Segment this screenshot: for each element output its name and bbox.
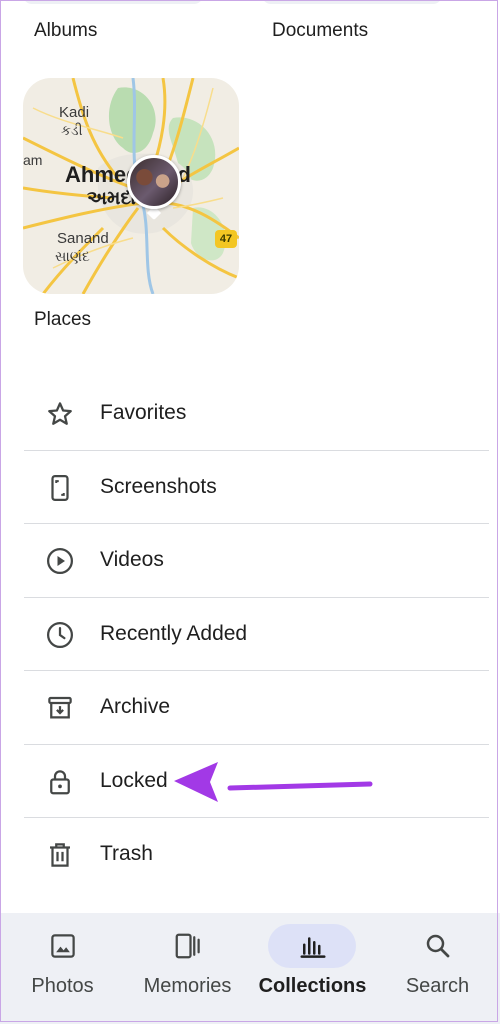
utilities-list: Favorites Screenshots Videos Recently Ad… bbox=[0, 377, 500, 892]
nav-tab-collections[interactable]: Collections bbox=[250, 913, 375, 1024]
list-item-favorites[interactable]: Favorites bbox=[0, 377, 500, 451]
search-icon bbox=[426, 934, 449, 958]
map-label-sanand-local: સાણંદ bbox=[55, 248, 90, 264]
list-item-recently-added[interactable]: Recently Added bbox=[0, 598, 500, 671]
map-label-sanand: Sanand bbox=[57, 230, 109, 247]
list-item-videos[interactable]: Videos bbox=[0, 524, 500, 598]
list-item-trash[interactable]: Trash bbox=[0, 818, 500, 892]
list-item-label: Locked bbox=[100, 768, 168, 792]
list-item-label: Recently Added bbox=[100, 621, 248, 645]
list-item-label: Favorites bbox=[100, 401, 187, 424]
albums-card[interactable] bbox=[23, 0, 203, 4]
road-badge: 47 bbox=[215, 230, 237, 248]
avatar bbox=[127, 155, 181, 209]
lock-icon bbox=[50, 769, 70, 794]
map-label-edge: am bbox=[23, 152, 43, 168]
list-item-label: Archive bbox=[100, 695, 171, 718]
list-item-archive[interactable]: Archive bbox=[0, 671, 500, 745]
places-map-thumbnail[interactable]: Kadi કડી am Ahmedabad અમદાવાદ Sanand સાણ… bbox=[23, 78, 239, 294]
map-label-kadi: Kadi bbox=[59, 104, 90, 121]
annotation-arrow-icon bbox=[174, 762, 373, 802]
list-item-label: Videos bbox=[100, 548, 164, 571]
map-label-kadi-local: કડી bbox=[61, 122, 83, 138]
nav-label: Memories bbox=[143, 975, 232, 997]
nav-tab-search[interactable]: Search bbox=[375, 913, 500, 1024]
nav-tab-photos[interactable]: Photos bbox=[0, 913, 125, 1024]
nav-label: Search bbox=[405, 975, 470, 997]
nav-tab-memories[interactable]: Memories bbox=[125, 913, 250, 1024]
memories-icon bbox=[175, 933, 200, 959]
trash-icon bbox=[50, 843, 70, 867]
photo-icon bbox=[50, 934, 75, 958]
albums-label[interactable]: Albums bbox=[34, 20, 97, 42]
list-item-label: Trash bbox=[100, 842, 153, 865]
places-label[interactable]: Places bbox=[34, 309, 91, 331]
nav-label: Photos bbox=[31, 975, 94, 997]
nav-label: Collections bbox=[258, 975, 367, 997]
play-circle-icon bbox=[47, 548, 73, 574]
bottom-navigation: Photos Memories Collections Search bbox=[0, 913, 500, 1024]
clock-icon bbox=[47, 621, 73, 648]
documents-label[interactable]: Documents bbox=[272, 20, 368, 42]
archive-icon bbox=[48, 696, 72, 719]
star-icon bbox=[48, 402, 72, 425]
collections-icon bbox=[300, 937, 325, 958]
list-item-screenshots[interactable]: Screenshots bbox=[0, 451, 500, 524]
documents-card[interactable] bbox=[262, 0, 442, 4]
screenshot-icon bbox=[51, 474, 69, 501]
list-item-label: Screenshots bbox=[100, 474, 217, 498]
